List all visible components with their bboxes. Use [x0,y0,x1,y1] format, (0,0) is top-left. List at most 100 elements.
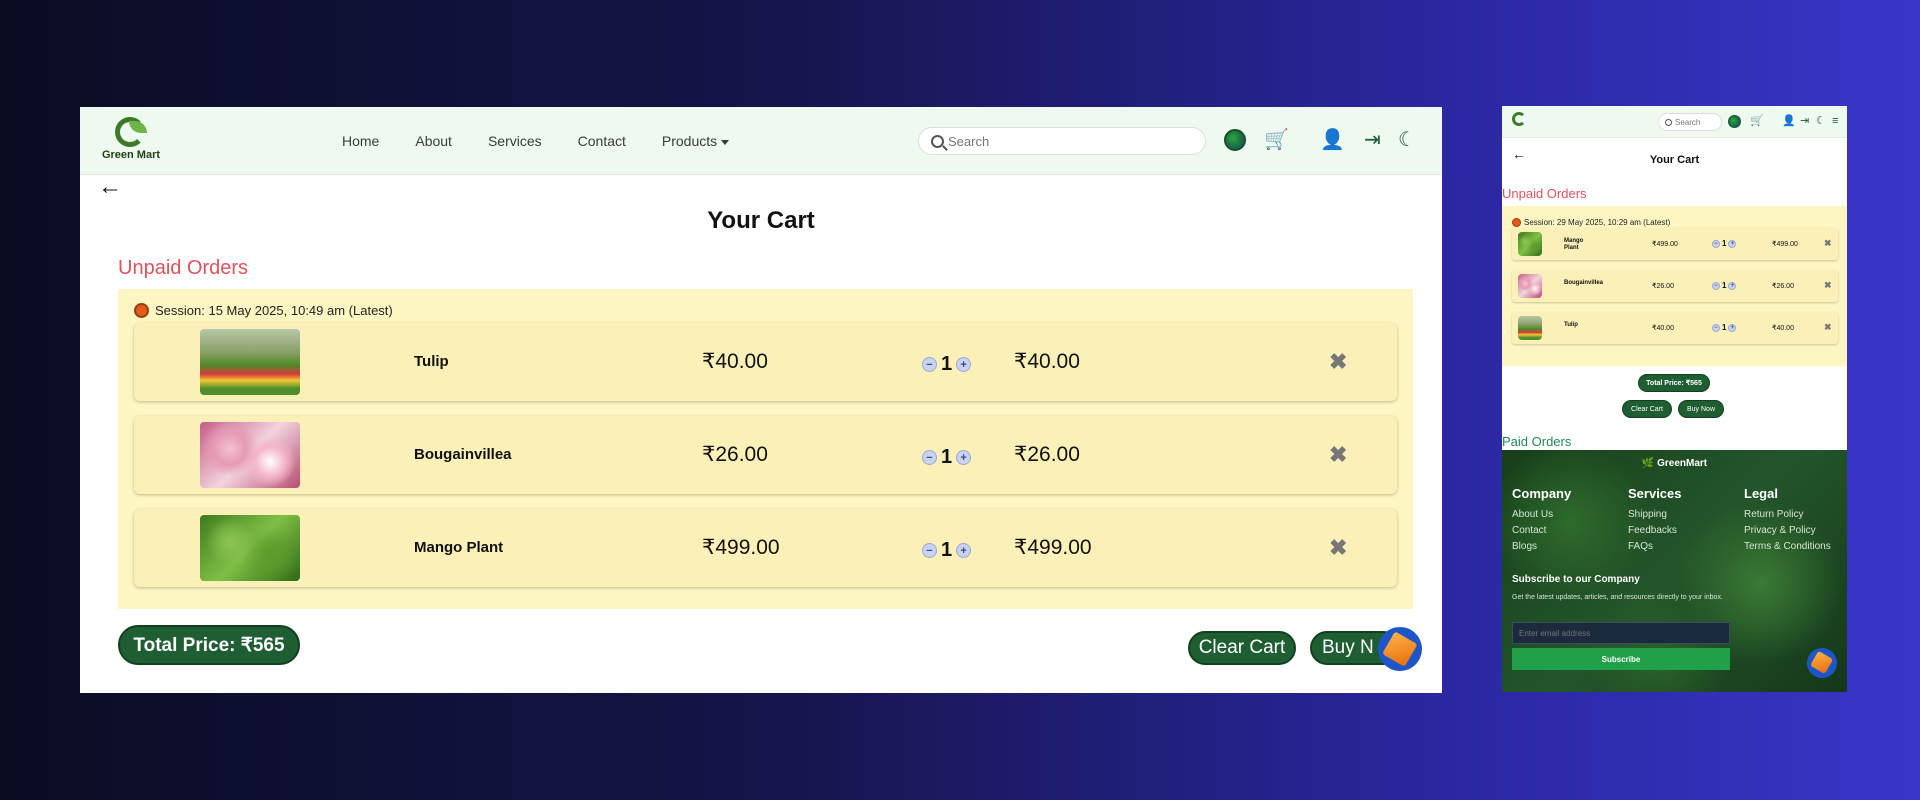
hamburger-menu-icon[interactable]: ≡ [1832,115,1838,127]
mobile-search-placeholder: Search [1675,117,1701,127]
footer-column-legal: Legal Return Policy Privacy & Policy Ter… [1744,486,1831,555]
clear-cart-button[interactable]: Clear Cart [1188,631,1296,665]
item-total: ₹499.00 [1772,241,1798,248]
nav-home[interactable]: Home [342,133,379,149]
brand-name: Green Mart [101,149,161,161]
remove-item-icon[interactable]: ✖ [1824,238,1832,249]
search-bar[interactable] [918,127,1206,155]
footer-link[interactable]: Contact [1512,523,1571,539]
bougainvillea-image [1518,274,1542,298]
tulip-image [1518,316,1542,340]
nav-contact[interactable]: Contact [578,133,626,149]
footer-link[interactable]: FAQs [1628,539,1682,555]
cart-icon[interactable]: 🛒 [1264,129,1289,151]
item-total: ₹40.00 [1014,350,1080,373]
footer-column-title: Company [1512,486,1572,501]
order-session: Session: 15 May 2025, 10:49 am (Latest) … [118,289,1413,609]
navbar: Green Mart Home About Services Contact P… [80,107,1442,175]
nav-about[interactable]: About [415,133,452,149]
session-text: Session: 15 May 2025, 10:49 am (Latest) [155,303,393,318]
item-name: Mango Plant [1564,238,1584,251]
mobile-cart-screenshot: Search 🛒 👤 ⇥ ☾ ≡ ← Your Cart Unpaid Orde… [1502,106,1847,692]
increase-qty-icon[interactable]: + [1728,323,1737,332]
unpaid-orders-heading: Unpaid Orders [118,257,249,279]
bougainvillea-image [200,422,300,488]
remove-item-icon[interactable]: ✖ [1824,280,1832,291]
globe-icon[interactable] [1224,129,1246,151]
mobile-search-bar[interactable]: Search [1658,113,1722,131]
buy-now-button[interactable]: Buy Now [1678,400,1724,418]
quantity-value: 1 [941,539,953,561]
quantity-stepper: − 1 + [1712,281,1737,290]
remove-item-icon[interactable]: ✖ [1329,535,1347,561]
unpaid-orders-heading: Unpaid Orders [1502,186,1587,201]
quantity-stepper: − 1 + [922,353,972,376]
login-icon[interactable]: ⇥ [1800,115,1809,127]
back-arrow-icon[interactable]: ← [98,173,122,201]
decrease-qty-icon[interactable]: − [922,543,937,558]
nav-products[interactable]: Products [662,133,730,149]
footer-link[interactable]: Blogs [1512,539,1571,555]
footer-link[interactable]: Return Policy [1744,507,1831,523]
chatbot-fab-icon[interactable] [1807,648,1837,678]
mango-plant-image [200,515,300,581]
subscribe-description: Get the latest updates, articles, and re… [1512,594,1723,601]
user-icon[interactable]: 👤 [1782,115,1796,127]
quantity-stepper: − 1 + [922,539,972,562]
page-title: Your Cart [707,207,815,234]
leaf-logo-icon[interactable] [1512,112,1528,128]
footer-link[interactable]: About Us [1512,507,1571,523]
decrease-qty-icon[interactable]: − [1712,281,1720,290]
leaf-logo-icon [111,115,151,149]
clear-cart-button[interactable]: Clear Cart [1622,400,1672,418]
tulip-image [200,329,300,395]
user-icon[interactable]: 👤 [1320,129,1345,151]
item-total: ₹40.00 [1772,325,1794,332]
leaf-icon: 🌿 [1641,458,1658,469]
email-field[interactable] [1512,622,1730,644]
footer-link[interactable]: Feedbacks [1628,523,1682,539]
decrease-qty-icon[interactable]: − [922,357,937,372]
remove-item-icon[interactable]: ✖ [1329,349,1347,375]
remove-item-icon[interactable]: ✖ [1329,442,1347,468]
cart-icon[interactable]: 🛒 [1750,115,1764,127]
search-input[interactable] [948,133,1168,149]
item-price: ₹40.00 [1652,325,1674,332]
footer-column-title: Services [1628,486,1682,501]
cart-item-row: Tulip ₹40.00 − 1 + ₹40.00 ✖ [1512,312,1838,344]
subscribe-title: Subscribe to our Company [1512,574,1640,585]
increase-qty-icon[interactable]: + [956,357,972,372]
chatbot-fab-icon[interactable] [1378,627,1422,671]
quantity-value: 1 [1722,239,1727,248]
session-status-dot-icon [1512,218,1521,227]
mobile-navbar: Search 🛒 👤 ⇥ ☾ ≡ [1502,106,1847,138]
brand-logo[interactable]: Green Mart [100,115,162,161]
decrease-qty-icon[interactable]: − [1712,239,1720,248]
globe-icon[interactable] [1728,115,1741,128]
increase-qty-icon[interactable]: + [956,450,972,465]
quantity-value: 1 [941,353,953,375]
item-total: ₹26.00 [1772,283,1794,290]
footer-link[interactable]: Privacy & Policy [1744,523,1831,539]
quantity-value: 1 [1722,281,1727,290]
nav-services[interactable]: Services [488,133,542,149]
login-icon[interactable]: ⇥ [1364,129,1381,151]
moon-icon[interactable]: ☾ [1816,115,1826,127]
footer-brand-name: GreenMart [1657,458,1708,469]
search-icon [1665,118,1672,126]
item-price: ₹499.00 [702,536,780,559]
footer-link[interactable]: Terms & Conditions [1744,539,1831,555]
decrease-qty-icon[interactable]: − [1712,323,1720,332]
increase-qty-icon[interactable]: + [1728,239,1737,248]
decrease-qty-icon[interactable]: − [922,450,937,465]
cube-icon [1382,631,1418,667]
footer-link[interactable]: Shipping [1628,507,1682,523]
footer-brand[interactable]: 🌿 GreenMart [1502,458,1847,469]
cart-item-row: Tulip ₹40.00 − 1 + ₹40.00 ✖ [134,323,1397,401]
remove-item-icon[interactable]: ✖ [1824,322,1832,333]
subscribe-button[interactable]: Subscribe [1512,648,1730,670]
moon-icon[interactable]: ☾ [1398,129,1416,151]
session-text: Session: 29 May 2025, 10:29 am (Latest) [1524,218,1671,227]
increase-qty-icon[interactable]: + [1728,281,1737,290]
increase-qty-icon[interactable]: + [956,543,972,558]
